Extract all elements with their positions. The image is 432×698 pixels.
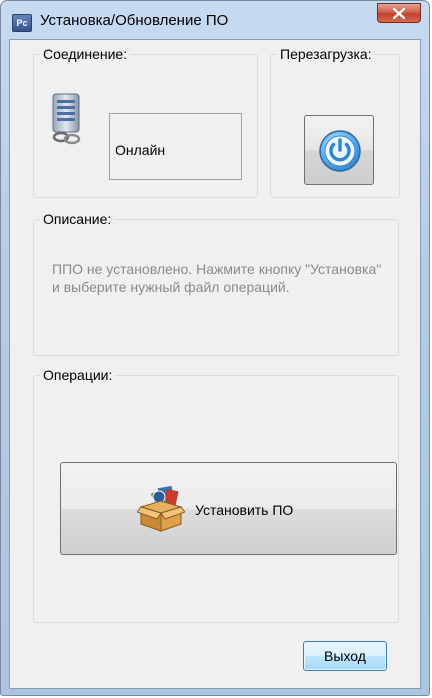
description-group: Описание: ППО не установлено. Нажмите кн… (33, 211, 399, 356)
reboot-button[interactable] (304, 115, 374, 185)
reboot-label: Перезагрузка: (277, 46, 375, 62)
install-button-label: Установить ПО (195, 502, 294, 518)
title-bar[interactable]: Pc Установка/Обновление ПО (1, 1, 429, 39)
server-link-icon (52, 93, 81, 145)
power-icon (319, 130, 361, 172)
window-title: Установка/Обновление ПО (40, 12, 229, 29)
connection-label: Соединение: (40, 46, 131, 62)
operations-label: Операции: (40, 367, 116, 383)
description-text: ППО не установлено. Нажмите кнопку "Уста… (52, 261, 382, 295)
description-label: Описание: (40, 211, 115, 227)
connection-group: Соединение: Онлайн (33, 46, 258, 198)
software-box-icon (137, 485, 185, 532)
install-software-button[interactable]: Установить ПО (60, 462, 397, 555)
exit-button[interactable]: Выход (303, 641, 387, 671)
close-button[interactable] (377, 3, 421, 23)
connection-status-box: Онлайн (109, 113, 242, 180)
connection-status: Онлайн (115, 142, 166, 158)
app-icon: Pc (12, 14, 32, 32)
close-icon (393, 8, 405, 19)
